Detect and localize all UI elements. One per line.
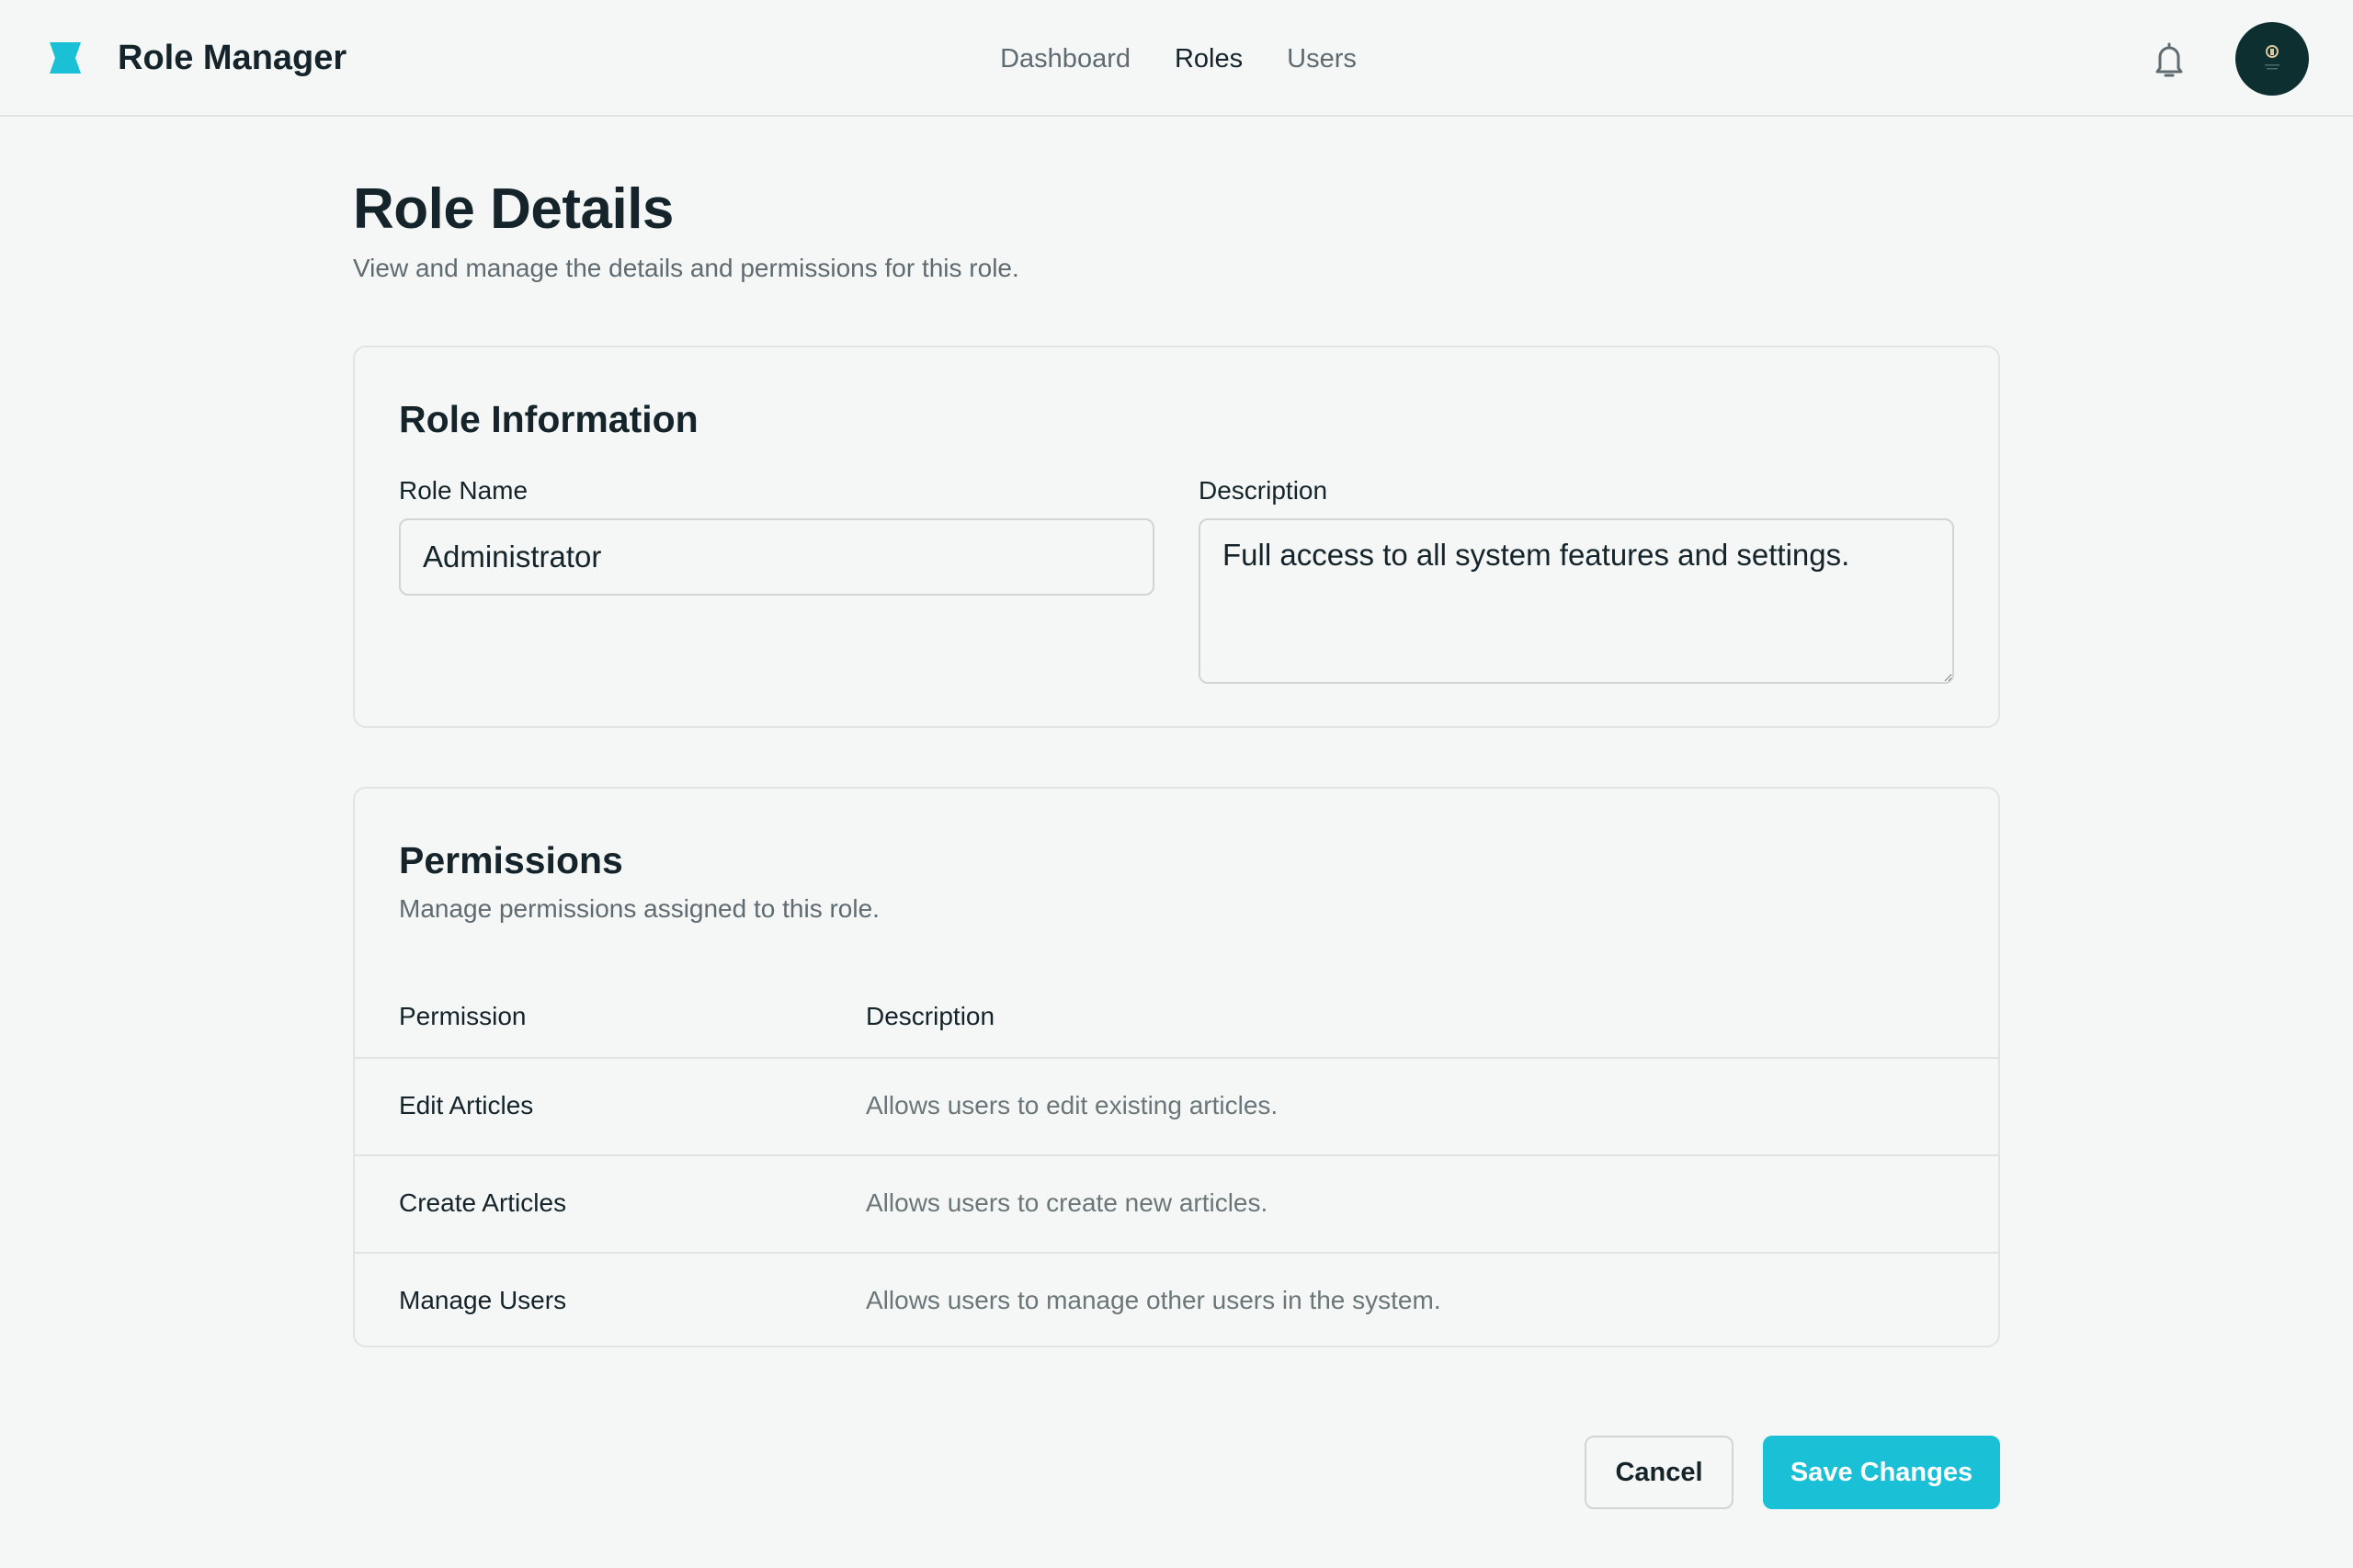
page-subtitle: View and manage the details and permissi… xyxy=(353,254,1019,282)
column-header-permission: Permission xyxy=(399,1002,527,1030)
permissions-subtitle: Manage permissions assigned to this role… xyxy=(399,894,880,923)
role-information-card: Role Information Role Name Description F… xyxy=(353,346,2000,728)
user-avatar[interactable] xyxy=(2235,22,2309,96)
main-nav: Dashboard Roles Users xyxy=(0,37,2353,81)
table-row[interactable]: Create Articles Allows users to create n… xyxy=(355,1156,1998,1254)
role-information-heading: Role Information xyxy=(399,398,699,440)
permission-name: Manage Users xyxy=(399,1286,567,1314)
role-name-input[interactable] xyxy=(399,518,1154,596)
nav-roles[interactable]: Roles xyxy=(1175,37,1243,81)
permission-name: Create Articles xyxy=(399,1188,567,1217)
permission-name: Edit Articles xyxy=(399,1091,534,1119)
description-label: Description xyxy=(1199,476,1328,505)
cancel-button[interactable]: Cancel xyxy=(1585,1436,1733,1509)
column-header-description: Description xyxy=(866,1002,995,1030)
nav-dashboard[interactable]: Dashboard xyxy=(1000,37,1131,81)
save-changes-button[interactable]: Save Changes xyxy=(1763,1436,2000,1509)
top-header: Role Manager Dashboard Roles Users xyxy=(0,0,2353,117)
permissions-heading: Permissions xyxy=(399,839,623,881)
permissions-table: Permission Description Edit Articles All… xyxy=(355,980,1998,1351)
permission-description: Allows users to manage other users in th… xyxy=(866,1286,1441,1314)
description-textarea[interactable]: Full access to all system features and s… xyxy=(1199,518,1954,684)
permission-description: Allows users to create new articles. xyxy=(866,1188,1268,1217)
permission-description: Allows users to edit existing articles. xyxy=(866,1091,1279,1119)
table-header-row: Permission Description xyxy=(355,980,1998,1059)
permissions-card: Permissions Manage permissions assigned … xyxy=(353,787,2000,1347)
role-name-label: Role Name xyxy=(399,476,529,505)
bell-icon[interactable] xyxy=(2151,40,2188,79)
page-title: Role Details xyxy=(353,177,674,241)
table-row[interactable]: Edit Articles Allows users to edit exist… xyxy=(355,1059,1998,1156)
nav-users[interactable]: Users xyxy=(1287,37,1357,81)
table-row[interactable]: Manage Users Allows users to manage othe… xyxy=(355,1254,1998,1351)
